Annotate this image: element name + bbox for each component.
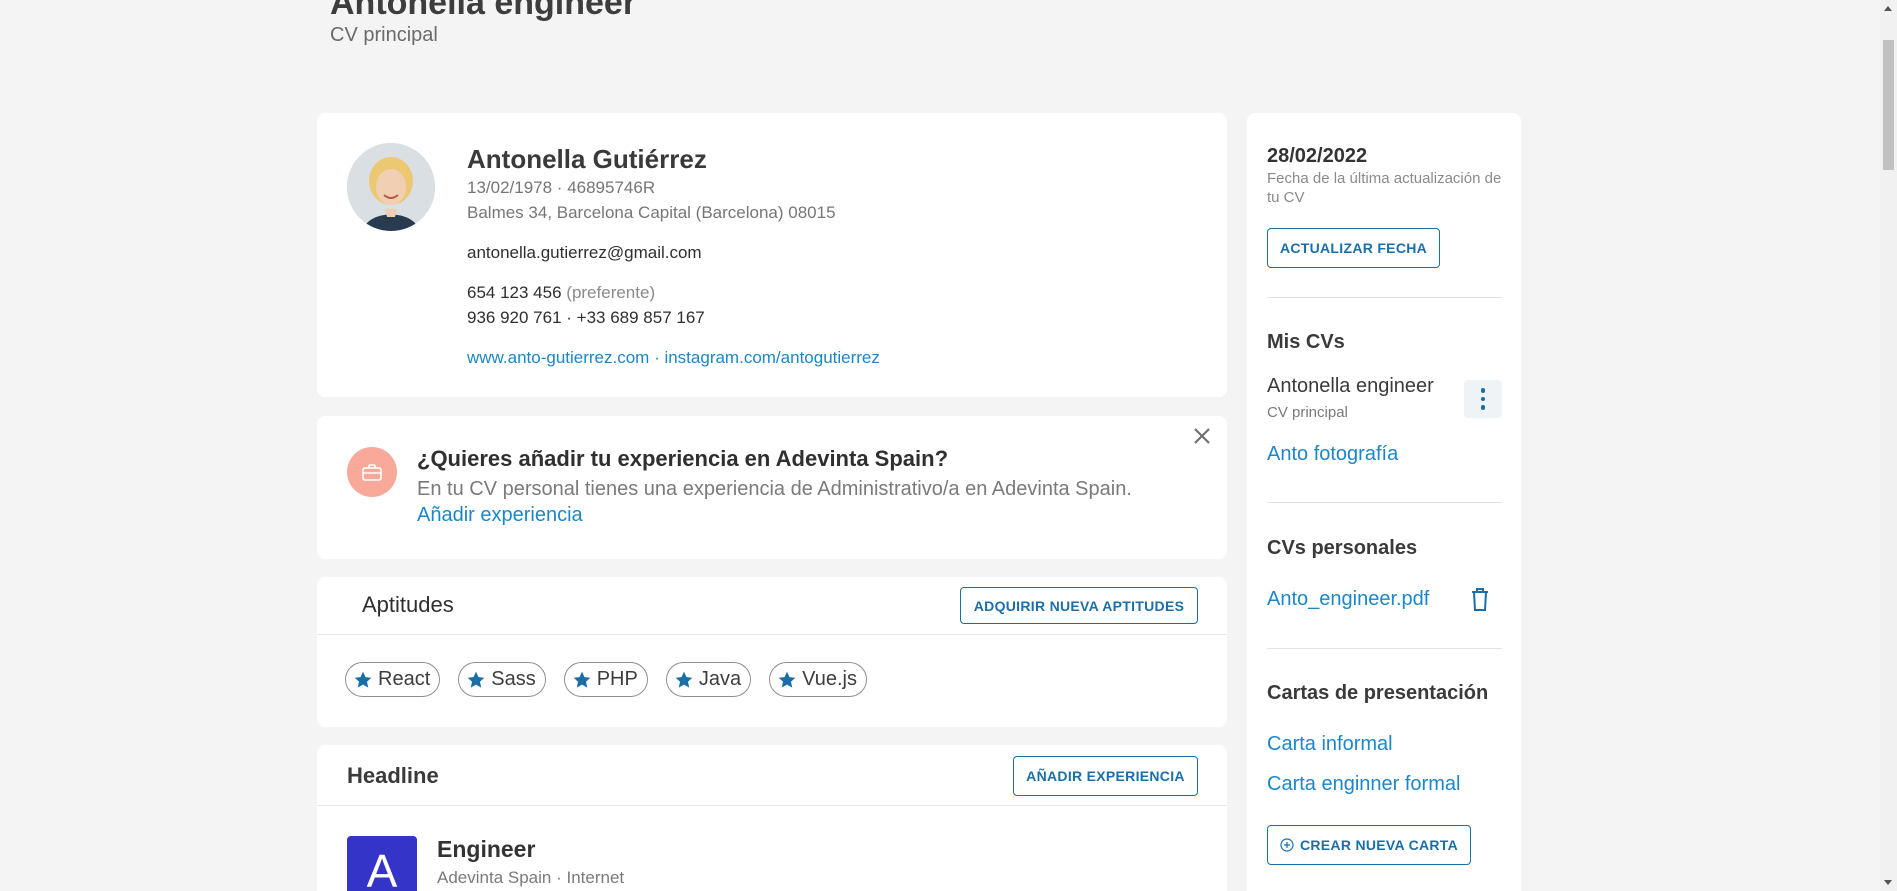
person-photo-avatar-icon [347, 143, 435, 231]
plus-circle-icon [1280, 838, 1294, 852]
create-letter-button[interactable]: CREAR NUEVA CARTA [1267, 825, 1471, 865]
star-icon [573, 671, 591, 688]
close-icon[interactable] [1189, 424, 1215, 450]
job-company: Adevinta Spain · Internet [437, 868, 625, 887]
skill-chip: PHP [563, 662, 648, 697]
scroll-down-icon[interactable] [1884, 880, 1892, 885]
cv-item-tag: CV principal [1267, 404, 1348, 421]
personal-cv-file-link[interactable]: Anto_engineer.pdf [1267, 588, 1429, 611]
create-letter-label: CREAR NUEVA CARTA [1299, 837, 1459, 853]
suggestion-title: ¿Quieres añadir tu experiencia en Adevin… [417, 446, 949, 471]
instagram-link[interactable]: instagram.com/antogutierrez [664, 348, 879, 367]
profile-phones-other: 936 920 761 · +33 689 857 167 [467, 308, 705, 327]
star-icon [467, 671, 485, 688]
avatar [347, 143, 435, 231]
sidebar-divider [1267, 502, 1502, 503]
skill-label: PHP [596, 668, 638, 690]
headline-title: Headline [347, 763, 439, 788]
briefcase-icon [347, 447, 397, 497]
letter-link-formal[interactable]: Carta enginner formal [1267, 773, 1460, 796]
headline-card: Headline AÑADIR EXPERIENCIA A Engineer A… [317, 745, 1227, 891]
my-cvs-title: Mis CVs [1267, 331, 1345, 353]
skill-label: Vue.js [802, 668, 857, 690]
star-icon [778, 671, 796, 688]
add-experience-button[interactable]: AÑADIR EXPERIENCIA [1013, 756, 1198, 796]
profile-links: www.anto-gutierrez.com · instagram.com/a… [467, 348, 880, 368]
profile-name: Antonella Gutiérrez [467, 144, 707, 174]
headline-divider [317, 805, 1227, 806]
personal-cvs-title: CVs personales [1267, 537, 1418, 559]
acquire-skills-button[interactable]: ADQUIRIR NUEVA APTITUDES [960, 587, 1198, 624]
skill-chip: Java [665, 662, 752, 697]
add-experience-link[interactable]: Añadir experiencia [417, 504, 583, 527]
company-logo: A [347, 836, 417, 891]
website-link[interactable]: www.anto-gutierrez.com [467, 348, 649, 367]
profile-birth-id: 13/02/1978 · 46895746R [467, 178, 656, 197]
last-update-note: Fecha de la última actualización de tu C… [1267, 170, 1502, 206]
skill-label: Sass [491, 668, 536, 690]
skills-chip-list: React Sass PHP Java Vue.js [345, 662, 867, 697]
cv-link-photography[interactable]: Anto fotografía [1267, 443, 1398, 466]
skills-divider [317, 634, 1227, 635]
skill-chip: React [345, 662, 441, 697]
sidebar-divider [1267, 648, 1502, 649]
cover-letters-title: Cartas de presentación [1267, 682, 1489, 704]
profile-card: Antonella Gutiérrez 13/02/1978 · 4689574… [317, 113, 1227, 397]
more-options-icon[interactable] [1464, 380, 1502, 418]
vertical-scrollbar[interactable] [1880, 0, 1897, 891]
sidebar-divider [1267, 297, 1502, 298]
phone-preferred-number: 654 123 456 [467, 283, 562, 302]
sidebar-card: 28/02/2022 Fecha de la última actualizac… [1247, 113, 1521, 891]
skill-label: Java [698, 668, 742, 690]
job-title: Engineer [437, 836, 536, 862]
scroll-up-icon[interactable] [1884, 6, 1892, 11]
suggestion-text: En tu CV personal tienes una experiencia… [417, 478, 1132, 500]
last-update-date: 28/02/2022 [1267, 145, 1368, 167]
profile-address: Balmes 34, Barcelona Capital (Barcelona)… [467, 203, 836, 222]
page-title: Antonella engineer [330, 0, 637, 22]
skill-label: React [378, 668, 431, 690]
trash-icon[interactable] [1469, 586, 1491, 612]
star-icon [675, 671, 693, 688]
skill-chip: Sass [458, 662, 546, 697]
page-subtitle: CV principal [330, 24, 438, 46]
phone-preferred-note: (preferente) [566, 283, 656, 302]
link-separator: · [649, 348, 665, 367]
letter-link-informal[interactable]: Carta informal [1267, 733, 1393, 756]
skill-chip: Vue.js [769, 662, 867, 697]
profile-phone-preferred: 654 123 456 (preferente) [467, 283, 655, 303]
cv-item-name[interactable]: Antonella engineer [1267, 375, 1434, 398]
star-icon [354, 671, 372, 688]
scrollbar-thumb[interactable] [1883, 40, 1894, 170]
experience-suggestion-card: ¿Quieres añadir tu experiencia en Adevin… [317, 416, 1227, 559]
skills-title: Aptitudes [362, 592, 454, 617]
update-date-button[interactable]: ACTUALIZAR FECHA [1267, 228, 1440, 268]
profile-email: antonella.gutierrez@gmail.com [467, 243, 702, 262]
skills-card: Aptitudes ADQUIRIR NUEVA APTITUDES React… [317, 577, 1227, 727]
